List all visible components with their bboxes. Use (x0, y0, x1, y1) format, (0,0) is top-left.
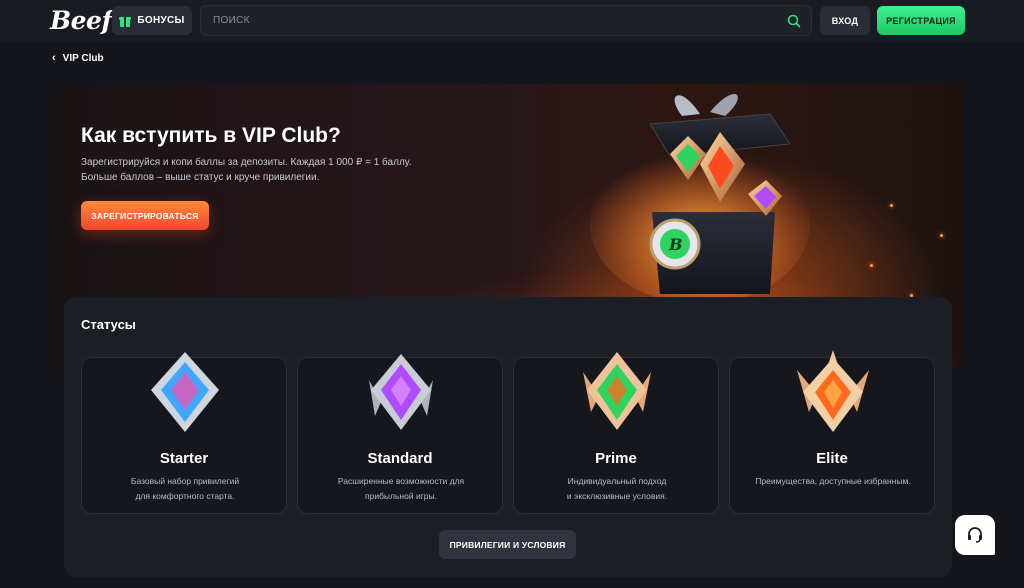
status-desc: Расширенные возможности для прибыльной и… (318, 474, 484, 504)
hero-subtitle-line1: Зарегистрируйся и копи баллы за депозиты… (81, 157, 412, 168)
bonuses-label: БОНУСЫ (137, 15, 185, 26)
status-desc: Базовый набор привилегий для комфортного… (102, 474, 268, 504)
bonuses-button[interactable]: БОНУСЫ (112, 6, 192, 35)
login-button[interactable]: ВХОД (820, 6, 870, 35)
status-name: Starter (159, 450, 209, 467)
status-desc-line1: Базовый набор привилегий (130, 476, 240, 486)
status-name: Standard (367, 450, 433, 467)
search-input[interactable] (213, 15, 773, 26)
status-card-elite[interactable]: Elite Преимущества, доступные избранным. (729, 350, 935, 514)
hero-register-button[interactable]: ЗАРЕГИСТРИРОВАТЬСЯ (81, 201, 209, 230)
status-desc-line1: Индивидуальный подход (567, 476, 667, 486)
support-chat-button[interactable] (955, 515, 995, 555)
status-name: Prime (595, 450, 637, 467)
chevron-left-icon: ‹ (52, 52, 56, 64)
status-desc-line2: и эксклюзивные условия. (566, 491, 668, 501)
back-link-label: VIP Club (62, 52, 104, 64)
elite-badge-icon (797, 350, 869, 432)
standard-badge-icon (369, 354, 433, 430)
hero-subtitle-line2: Больше баллов – выше статус и круче прив… (81, 172, 320, 183)
status-desc: Индивидуальный подход и эксклюзивные усл… (534, 474, 700, 504)
privileges-button[interactable]: ПРИВИЛЕГИИ И УСЛОВИЯ (439, 530, 576, 559)
status-desc: Преимущества, доступные избранным. (750, 474, 916, 489)
top-header: Beef БОНУСЫ ВХОД РЕГИСТРАЦИЯ (0, 0, 1024, 42)
status-card-standard[interactable]: Standard Расширенные возможности для при… (297, 354, 503, 514)
prime-badge-icon (583, 352, 651, 430)
status-desc-line1: Преимущества, доступные избранным. (755, 476, 911, 486)
gift-icon (119, 15, 132, 27)
status-card-prime[interactable]: Prime Индивидуальный подход и эксклюзивн… (513, 352, 719, 514)
status-desc-line2: для комфортного старта. (135, 491, 235, 501)
status-desc-line2: прибыльной игры. (364, 491, 438, 501)
brand-logo[interactable]: Beef (50, 6, 112, 35)
svg-text:B: B (668, 235, 683, 254)
statuses-title: Статусы (81, 317, 136, 332)
register-button[interactable]: РЕГИСТРАЦИЯ (877, 6, 965, 35)
headset-icon (968, 527, 982, 543)
hero-title: Как вступить в VIP Club? (81, 124, 341, 147)
statuses-panel: Статусы Starter Базовый набор привилегий… (64, 297, 952, 577)
starter-badge-icon (151, 352, 219, 432)
gift-box-illustration: B (590, 94, 810, 304)
back-link[interactable]: ‹ VIP Club (52, 52, 104, 64)
search-icon[interactable] (787, 14, 801, 28)
hero-subtitle: Зарегистрируйся и копи баллы за депозиты… (81, 155, 441, 185)
status-card-starter[interactable]: Starter Базовый набор привилегий для ком… (81, 352, 287, 514)
status-name: Elite (816, 450, 848, 467)
status-desc-line1: Расширенные возможности для (337, 476, 465, 486)
search-bar[interactable] (200, 5, 812, 36)
